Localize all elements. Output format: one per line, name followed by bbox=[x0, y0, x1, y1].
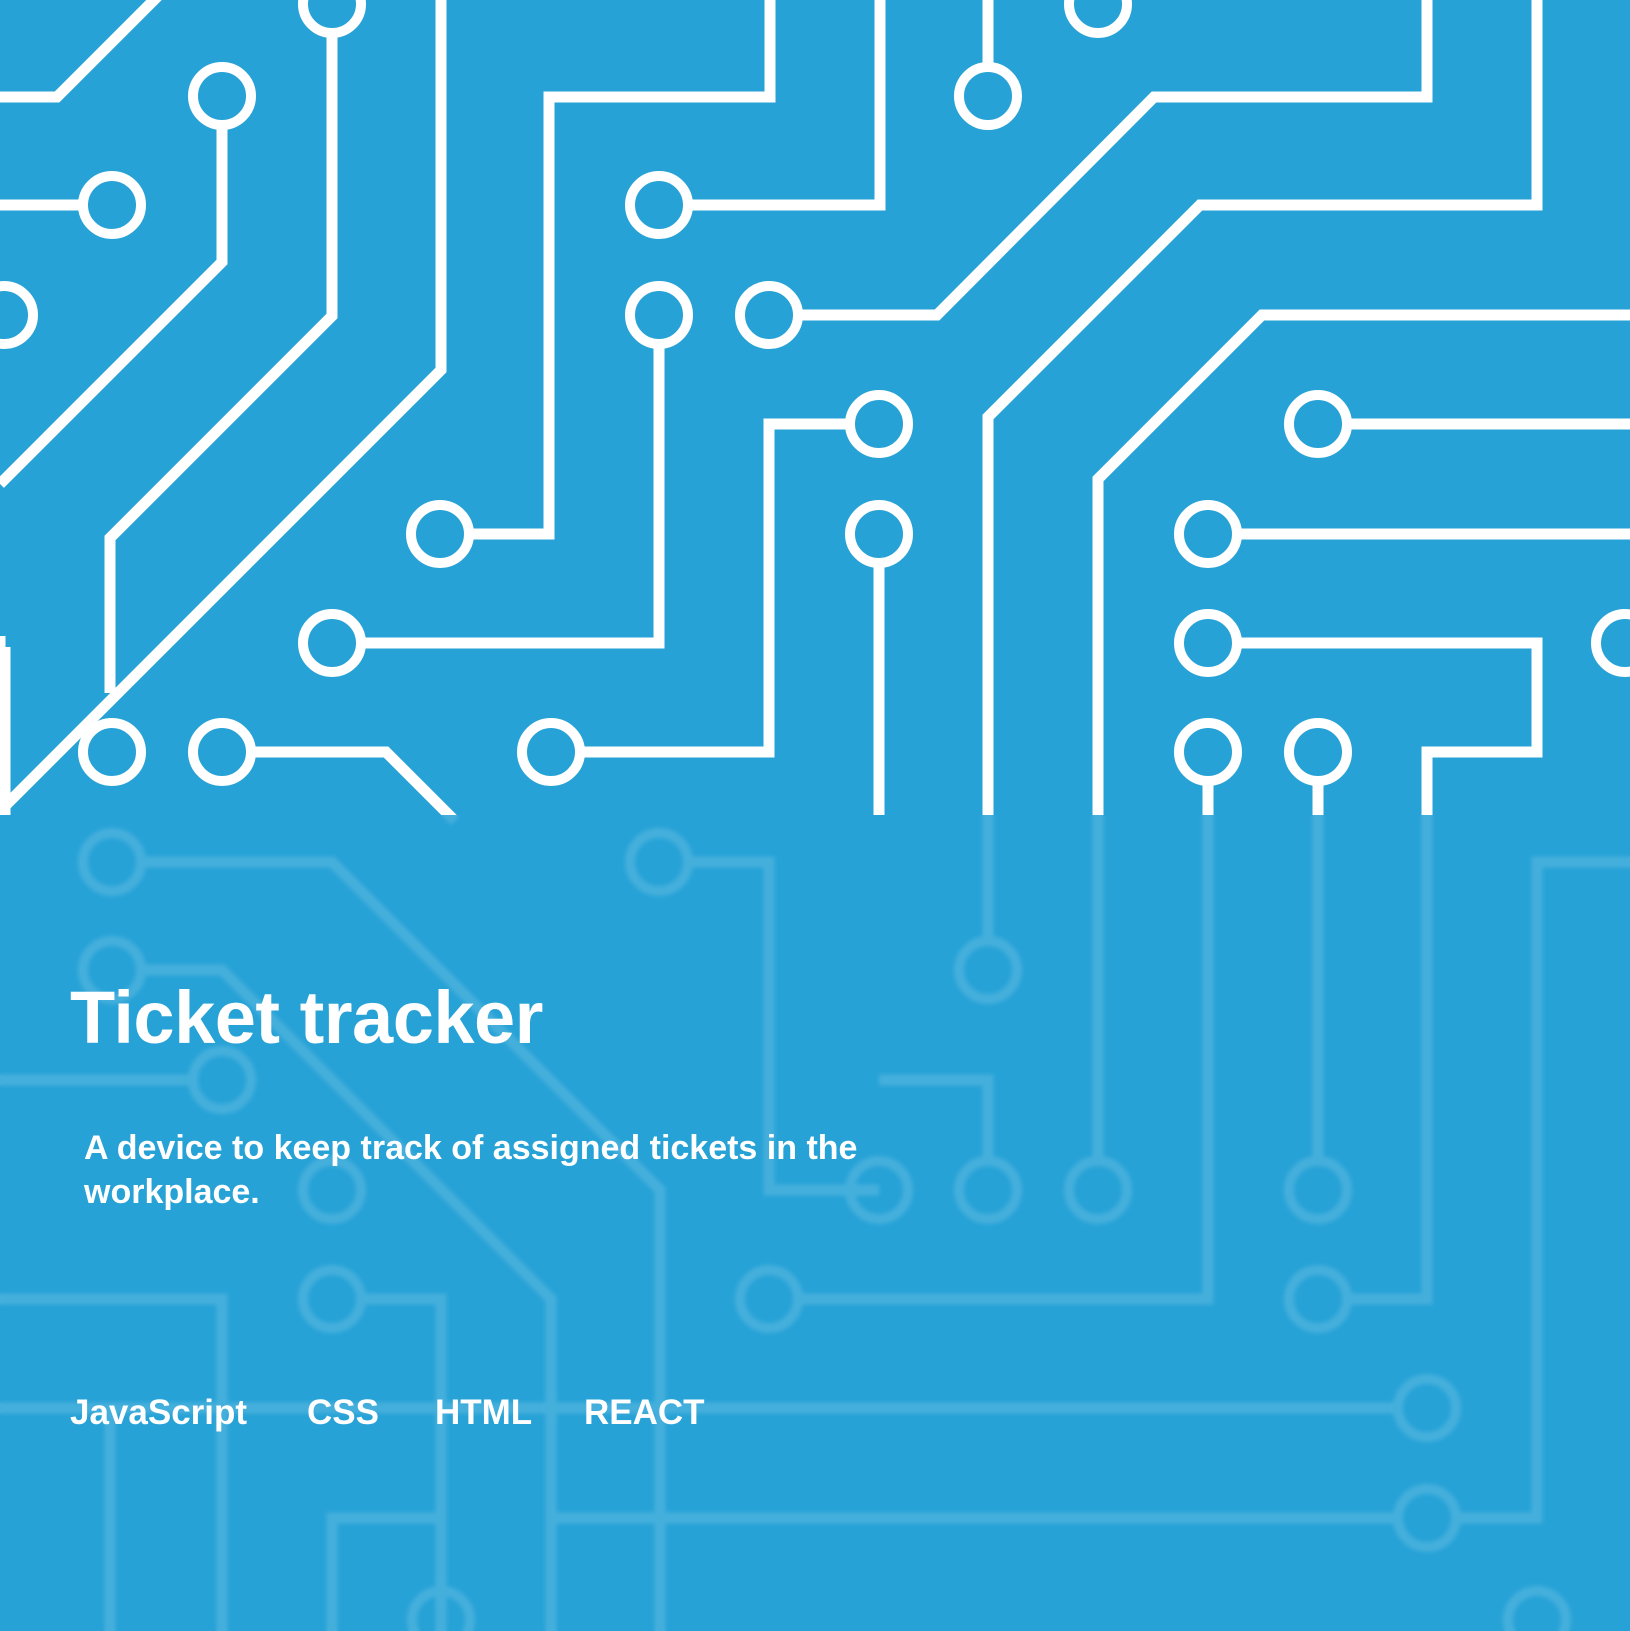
tag-html: HTML bbox=[435, 1393, 533, 1432]
tag-react: REACT bbox=[584, 1393, 705, 1432]
project-description: A device to keep track of assigned ticke… bbox=[84, 1129, 858, 1211]
project-card[interactable]: Ticket tracker A device to keep track of… bbox=[0, 0, 1630, 1631]
tag-css: CSS bbox=[307, 1393, 379, 1432]
info-panel bbox=[0, 815, 1630, 1631]
tag-javascript: JavaScript bbox=[70, 1393, 248, 1432]
project-title: Ticket tracker bbox=[70, 976, 543, 1059]
